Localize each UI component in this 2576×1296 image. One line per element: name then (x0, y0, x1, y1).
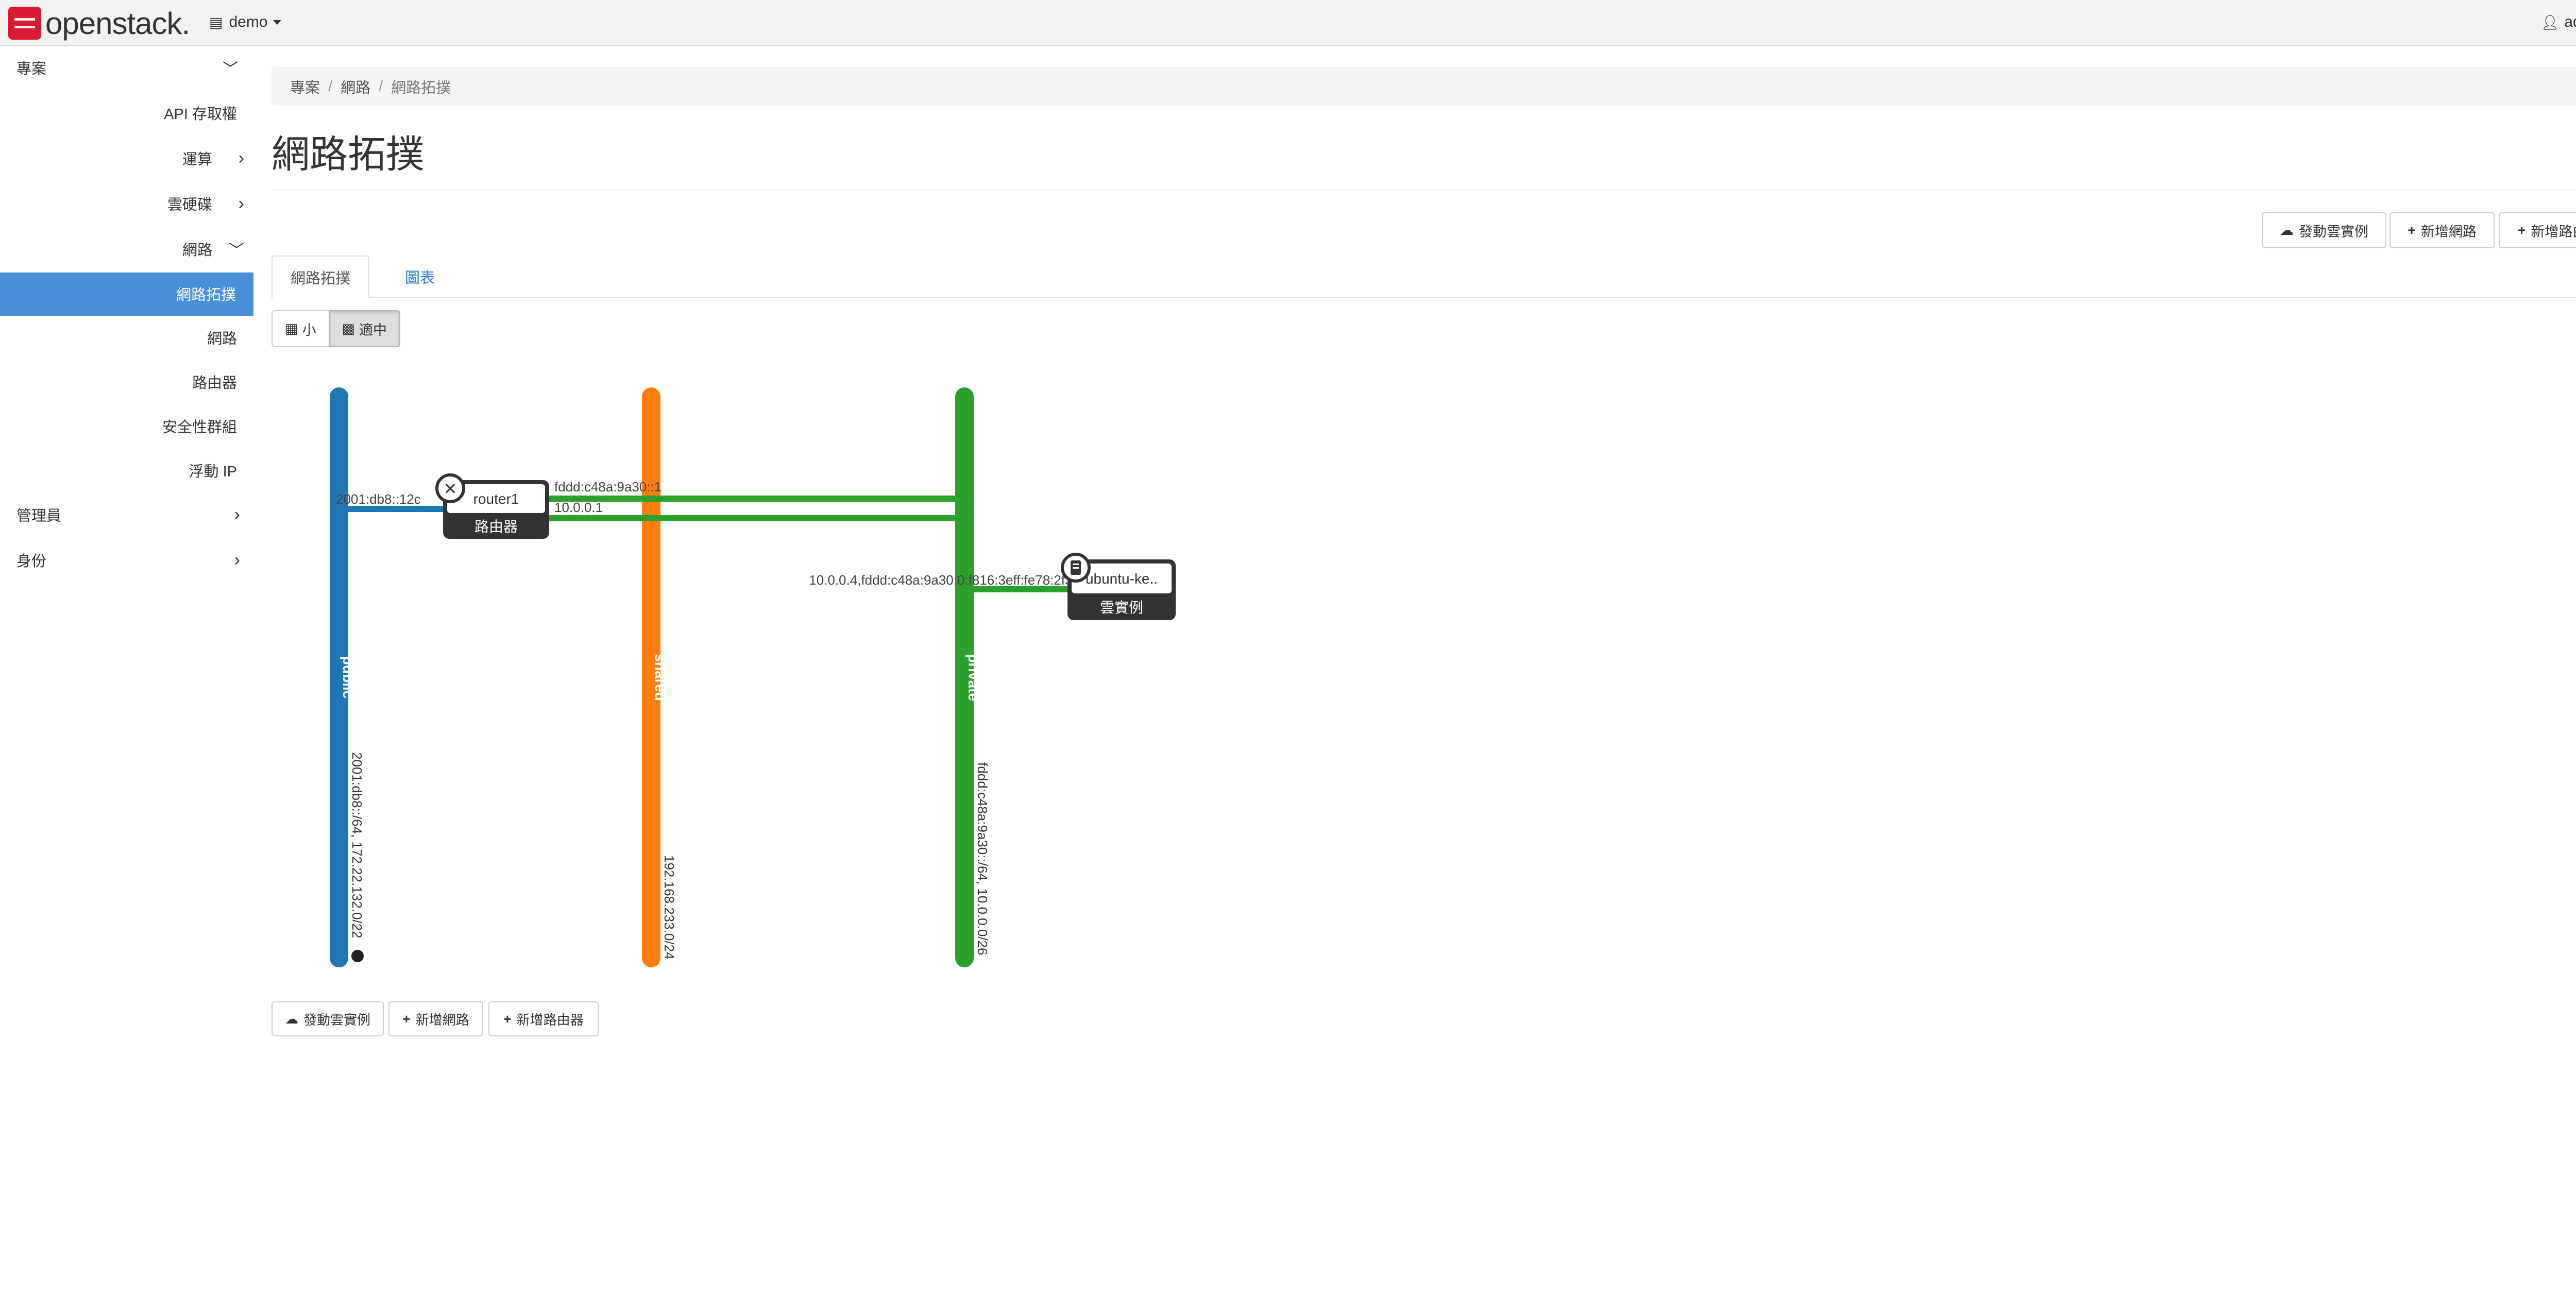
sidebar-item-label: 專案 (16, 61, 47, 77)
sidebar-item-label: 運算 (182, 151, 212, 168)
launch-instance-button[interactable]: ☁ 發動雲實例 (2262, 212, 2386, 248)
sidebar-item-security-groups[interactable]: 安全性群組 (162, 411, 237, 441)
chevron-right-icon: › (238, 193, 244, 213)
sidebar-item-label: 雲硬碟 (167, 197, 212, 213)
sidebar-item-network-topology[interactable]: 網路拓撲 (0, 272, 253, 316)
sidebar-item-compute[interactable]: 運算 › (182, 143, 244, 174)
create-network-button-bottom[interactable]: + 新增網路 (388, 1001, 483, 1036)
breadcrumb-project[interactable]: 專案 (290, 76, 320, 97)
sidebar-item-label: 浮動 IP (189, 464, 237, 480)
grid-large-icon: ▩ (342, 320, 355, 336)
divider (272, 190, 2576, 191)
plus-icon: + (2408, 222, 2416, 238)
router-name: router1 (473, 491, 519, 507)
svg-text:✕: ✕ (444, 480, 457, 498)
sidebar-item-label: API 存取權 (164, 106, 237, 123)
chevron-down-icon: ﹀ (229, 242, 244, 259)
project-switcher[interactable]: ▤ demo (209, 13, 281, 31)
create-router-button-bottom[interactable]: + 新增路由器 (488, 1001, 599, 1036)
project-icon: ▤ (209, 14, 223, 30)
tab-bar: 網路拓撲 圖表 (272, 255, 2576, 299)
sidebar-item-network[interactable]: 網路 ﹀ (182, 233, 244, 264)
breadcrumb: 專案 / 網路 / 網路拓撲 (272, 67, 2576, 106)
sidebar-item-routers[interactable]: 路由器 (192, 366, 237, 397)
user-menu[interactable]: 👤︎ admin (2541, 13, 2576, 31)
plus-icon: + (402, 1011, 411, 1027)
network-label-public: public (340, 656, 356, 698)
openstack-logo[interactable]: openstack. (8, 5, 190, 41)
cloud-upload-icon: ☁ (285, 1011, 298, 1027)
instance-ip-label: 10.0.0.4,fddd:c48a:9a30:0:f816:3eff:fe78… (809, 572, 1080, 588)
create-network-button[interactable]: + 新增網路 (2389, 212, 2495, 248)
sidebar-item-volumes[interactable]: 雲硬碟 › (167, 188, 244, 219)
sidebar: 專案 ﹀ API 存取權 運算 › 雲硬碟 › 網路 ﹀ 網路拓撲 網路 路由器… (0, 48, 253, 1296)
user-icon: 👤︎ (2540, 14, 2560, 30)
router-type-label: 路由器 (474, 519, 518, 535)
create-router-button[interactable]: + 新增路由器 (2499, 212, 2576, 248)
chevron-right-icon: › (234, 550, 240, 570)
sidebar-item-label: 網路 (182, 242, 212, 259)
sidebar-item-identity[interactable]: 身份 › (16, 544, 240, 575)
sidebar-item-label: 身份 (16, 553, 47, 570)
sidebar-item-label: 安全性群組 (162, 419, 237, 436)
breadcrumb-network[interactable]: 網路 (341, 76, 370, 97)
sidebar-item-networks[interactable]: 網路 (207, 322, 237, 353)
project-name: demo (229, 13, 268, 30)
chevron-right-icon: › (234, 504, 240, 524)
small-view-button[interactable]: ▦ 小 (272, 310, 330, 347)
chevron-down-icon: ﹀ (223, 61, 238, 78)
sidebar-item-label: 網路拓撲 (176, 287, 236, 303)
plus-icon: + (2517, 222, 2526, 238)
sidebar-item-api-access[interactable]: API 存取權 (164, 97, 237, 128)
grid-small-icon: ▦ (285, 320, 298, 336)
caret-down-icon (273, 20, 281, 25)
sidebar-item-admin[interactable]: 管理員 › (16, 499, 240, 530)
router-ip-private-v4: 10.0.0.1 (554, 500, 603, 515)
normal-view-button[interactable]: ▩ 適中 (328, 310, 401, 347)
router-ip-public: 2001:db8::12c (336, 491, 421, 507)
brand-text: openstack. (45, 6, 190, 41)
tab-graph[interactable]: 圖表 (379, 255, 461, 298)
page-title: 網路拓撲 (272, 133, 424, 176)
sidebar-item-project[interactable]: 專案 ﹀ (16, 52, 238, 83)
instance-type-label: 雲實例 (1100, 600, 1143, 616)
breadcrumb-current: 網路拓撲 (391, 80, 451, 96)
launch-instance-button-bottom[interactable]: ☁ 發動雲實例 (272, 1001, 384, 1036)
view-size-toggle: ▦ 小 ▩ 適中 (272, 310, 401, 347)
sidebar-item-label: 管理員 (16, 508, 62, 524)
sidebar-item-floating-ips[interactable]: 浮動 IP (189, 455, 237, 486)
instance-name: ubuntu-ke.. (1086, 571, 1158, 587)
sidebar-item-label: 路由器 (192, 375, 237, 391)
network-cidr-public: 2001:db8::/64, 172.22.132.0/22 (349, 752, 365, 938)
network-public[interactable]: public 2001:db8::/64, 172.22.132.0/22 (330, 387, 365, 967)
network-label-private: private (965, 654, 981, 701)
openstack-logo-icon (8, 7, 41, 40)
sidebar-item-label: 網路 (207, 331, 237, 347)
tab-topology[interactable]: 網路拓撲 (272, 255, 369, 299)
router-ip-private-v6: fddd:c48a:9a30::1 (554, 479, 662, 494)
network-private[interactable]: private fddd:c48a:9a30::/64, 10.0.0.0/26 (955, 387, 990, 967)
cloud-upload-icon: ☁ (2280, 222, 2294, 238)
instance-node[interactable]: ubuntu-ke.. 雲實例 (1061, 553, 1176, 620)
network-topology-graph: public 2001:db8::/64, 172.22.132.0/22 sh… (330, 387, 1176, 967)
plus-icon: + (503, 1011, 512, 1027)
network-cidr-private: fddd:c48a:9a30::/64, 10.0.0.0/26 (975, 762, 990, 955)
user-name: admin (2564, 13, 2576, 30)
router-node[interactable]: router1 路由器 ✕ (435, 473, 549, 539)
network-label-shared: shared (652, 654, 668, 701)
top-navbar: openstack. ▤ demo 👤︎ admin (0, 0, 2576, 46)
globe-icon (351, 950, 364, 962)
network-shared[interactable]: shared 192.168.233.0/24 (642, 387, 677, 967)
network-cidr-shared: 192.168.233.0/24 (662, 855, 677, 959)
chevron-right-icon: › (238, 148, 244, 168)
